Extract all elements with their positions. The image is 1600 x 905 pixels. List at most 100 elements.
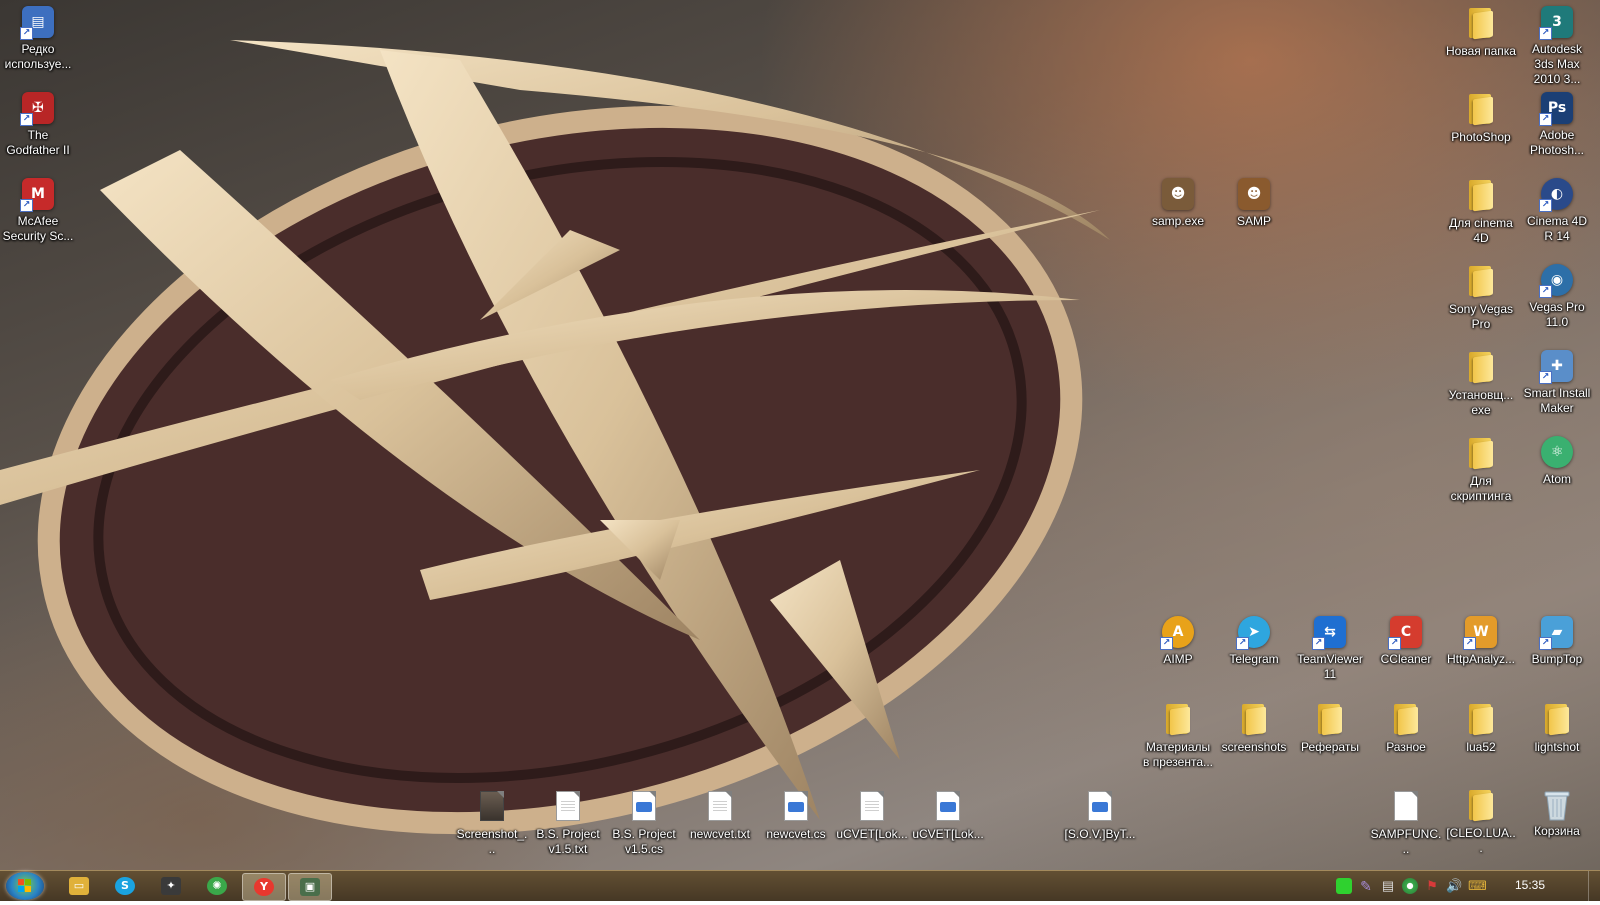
desktop-file-sampfunc[interactable]: SAMPFUNC... — [1368, 788, 1444, 857]
desktop-file-newcvet-cs[interactable]: newcvet.cs — [758, 788, 834, 842]
bumptop-icon: ▰ ↗ — [1539, 616, 1573, 650]
folder-icon — [1394, 704, 1418, 736]
folder-icon — [1469, 438, 1493, 470]
green-status-icon[interactable] — [1336, 878, 1352, 894]
desktop-folder-new[interactable]: Новая папка — [1443, 6, 1519, 59]
aimp-icon: A ↗ — [1160, 616, 1194, 650]
code-file-icon — [632, 791, 656, 821]
desktop-recycle-bin[interactable]: Корзина — [1519, 788, 1595, 839]
desktop-folder-cinema4d[interactable]: Для cinema 4D — [1443, 178, 1519, 246]
godfather-icon: ✠ ↗ — [20, 92, 54, 126]
recycle-bin-icon — [1544, 791, 1570, 821]
desktop-file-ucvet-cs[interactable]: uCVET[Lok... — [910, 788, 986, 842]
chrome-icon[interactable] — [1402, 878, 1418, 894]
text-file-icon — [708, 791, 732, 821]
code-file-icon — [784, 791, 808, 821]
desktop-icon-ccleaner[interactable]: C ↗ CCleaner — [1368, 616, 1444, 667]
desktop-icon-3dsmax[interactable]: 3 ↗ Autodesk 3ds Max 2010 3... — [1519, 6, 1595, 87]
cinema4d-icon: ◐ ↗ — [1539, 178, 1573, 212]
image-file-icon — [480, 791, 504, 821]
desktop-icon-bumptop[interactable]: ▰ ↗ BumpTop — [1519, 616, 1595, 667]
desktop-icon-rarely-used[interactable]: ▤ ↗ Редко используе... — [0, 6, 76, 72]
text-file-icon — [1394, 791, 1418, 821]
desktop-icon-samp-exe[interactable]: ☻ samp.exe — [1140, 178, 1216, 229]
taskbar-yandex-button[interactable]: Y — [242, 873, 286, 901]
vegas-icon: ◉ ↗ — [1539, 264, 1573, 298]
httpanalyzer-icon: W ↗ — [1463, 616, 1497, 650]
folder-icon — [1545, 704, 1569, 736]
photoshop-icon: Ps ↗ — [1539, 92, 1573, 126]
folder-icon — [1469, 180, 1493, 212]
taskbar-skype-button[interactable]: S — [104, 873, 146, 899]
system-clock[interactable]: 15:35 — [1515, 878, 1545, 892]
start-button[interactable] — [6, 872, 44, 900]
samp-exe-icon: ☻ — [1162, 178, 1194, 210]
folder-icon: ▭ — [69, 877, 89, 895]
keyboard-language-icon[interactable]: ⌨ — [1468, 878, 1487, 894]
desktop-icon-vegas[interactable]: ◉ ↗ Vegas Pro 11.0 — [1519, 264, 1595, 330]
monitor-icon: ▣ — [300, 878, 320, 896]
desktop-folder-photoshop[interactable]: PhotoShop — [1443, 92, 1519, 145]
network-icon[interactable]: ▤ — [1380, 878, 1396, 894]
telegram-icon: ➤ ↗ — [1236, 616, 1270, 650]
show-desktop-button[interactable] — [1588, 871, 1600, 901]
taskbar: ▭ S ✦ ✺ Y ▣ ✎ ▤ ⚑ 🔊 ⌨ 15:35 — [0, 870, 1600, 901]
folder-icon — [1469, 704, 1493, 736]
teamviewer-icon: ⇆ ↗ — [1312, 616, 1346, 650]
desktop-icon-httpanalyzer[interactable]: W ↗ HttpAnalyz... — [1443, 616, 1519, 667]
skype-icon: S — [115, 877, 135, 895]
folder-icon — [1469, 8, 1493, 40]
desktop-folder-sony-vegas[interactable]: Sony Vegas Pro — [1443, 264, 1519, 332]
pen-icon[interactable]: ✎ — [1358, 878, 1374, 894]
desktop-icon-telegram[interactable]: ➤ ↗ Telegram — [1216, 616, 1292, 667]
desktop-icon-atom[interactable]: ⚛ Atom — [1519, 436, 1595, 487]
desktop-file-bs-project-txt[interactable]: B.S. Project v1.5.txt — [530, 788, 606, 857]
folder-icon — [1242, 704, 1266, 736]
folder-icon — [1318, 704, 1342, 736]
desktop-icon-samp[interactable]: ☻ SAMP — [1216, 178, 1292, 229]
desktop-folder-installers[interactable]: Установщ... exe — [1443, 350, 1519, 418]
folder-icon — [1469, 266, 1493, 298]
taskbar-samp-button[interactable]: ✦ — [150, 873, 192, 899]
desktop-file-newcvet-txt[interactable]: newcvet.txt — [682, 788, 758, 842]
desktop-file-screenshot[interactable]: Screenshot_... — [454, 788, 530, 857]
desktop-file-ucvet-txt[interactable]: uCVET[Lok... — [834, 788, 910, 842]
desktop-icon-mcafee[interactable]: M ↗ McAfee Security Sc... — [0, 178, 76, 244]
folder-icon — [1469, 94, 1493, 126]
flag-icon[interactable]: ⚑ — [1424, 878, 1440, 894]
taskbar-explorer-button[interactable]: ▭ — [58, 873, 100, 899]
ccleaner-icon: C ↗ — [1388, 616, 1422, 650]
desktop-folder-lua52[interactable]: lua52 — [1443, 702, 1519, 755]
3dsmax-icon: 3 ↗ — [1539, 6, 1573, 40]
smart-install-icon: ✚ ↗ — [1539, 350, 1573, 384]
desktop-icon-photoshop[interactable]: Ps ↗ Adobe Photosh... — [1519, 92, 1595, 158]
desktop-folder-screenshots[interactable]: screenshots — [1216, 702, 1292, 755]
mcafee-icon: M ↗ — [20, 178, 54, 212]
desktop-icon-godfather[interactable]: ✠ ↗ The Godfather II — [0, 92, 76, 158]
code-file-icon — [1088, 791, 1112, 821]
desktop-icon-smart-install[interactable]: ✚ ↗ Smart Install Maker — [1519, 350, 1595, 416]
samp-icon: ✦ — [161, 877, 181, 895]
taskbar-screen-button[interactable]: ▣ — [288, 873, 332, 901]
desktop-folder-misc[interactable]: Разное — [1368, 702, 1444, 755]
webmoney-icon: ✺ — [207, 877, 227, 895]
folder-icon — [1469, 352, 1493, 384]
folder-icon — [1469, 790, 1493, 822]
desktop-folder-presentations[interactable]: Материалы в презента... — [1140, 702, 1216, 770]
text-file-icon — [860, 791, 884, 821]
taskbar-webmoney-button[interactable]: ✺ — [196, 873, 238, 899]
folder-icon — [1166, 704, 1190, 736]
desktop-icon-aimp[interactable]: A ↗ AIMP — [1140, 616, 1216, 667]
desktop-file-bs-project-cs[interactable]: B.S. Project v1.5.cs — [606, 788, 682, 857]
desktop-folder-lightshot[interactable]: lightshot — [1519, 702, 1595, 755]
desktop-folder-scripting[interactable]: Для скриптинга — [1443, 436, 1519, 504]
code-file-icon — [936, 791, 960, 821]
desktop-folder-cleo-lua[interactable]: [CLEO.LUA... — [1443, 788, 1519, 856]
volume-icon[interactable]: 🔊 — [1446, 878, 1462, 894]
yandex-browser-icon: Y — [254, 878, 274, 896]
samp-icon: ☻ — [1238, 178, 1270, 210]
desktop-file-sov[interactable]: [S.O.V.]ByT... — [1062, 788, 1138, 842]
desktop-folder-essays[interactable]: Рефераты — [1292, 702, 1368, 755]
desktop-icon-teamviewer[interactable]: ⇆ ↗ TeamViewer 11 — [1292, 616, 1368, 682]
desktop-icon-cinema4d[interactable]: ◐ ↗ Cinema 4D R 14 — [1519, 178, 1595, 244]
